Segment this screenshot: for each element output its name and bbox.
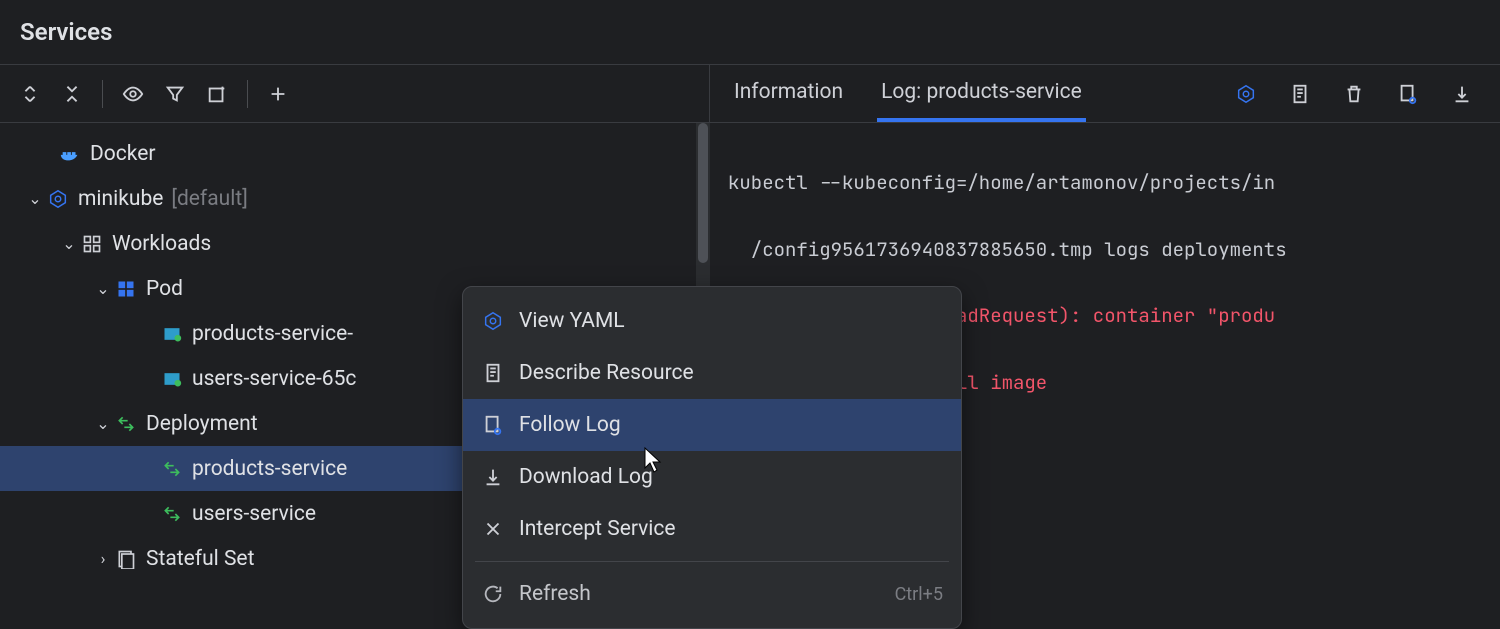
delete-icon[interactable]: [1336, 76, 1372, 112]
context-menu: View YAML Describe Resource Follow Log D…: [462, 286, 962, 629]
deployment-icon: [160, 502, 184, 526]
open-new-tab-button[interactable]: [199, 76, 235, 112]
menu-label: Describe Resource: [519, 361, 694, 385]
add-service-button[interactable]: [260, 76, 296, 112]
menu-describe-resource[interactable]: Describe Resource: [463, 347, 961, 399]
chevron-right-icon[interactable]: ›: [92, 549, 114, 568]
intercept-icon: [481, 517, 505, 541]
menu-label: Refresh: [519, 582, 591, 606]
download-log-icon[interactable]: [1444, 76, 1480, 112]
tree-label: users-service-65c: [192, 367, 356, 391]
follow-log-icon: [481, 413, 505, 437]
menu-shortcut: Ctrl+5: [895, 584, 943, 605]
menu-follow-log[interactable]: Follow Log: [463, 399, 961, 451]
tree-item-minikube[interactable]: ⌄ minikube [default]: [0, 176, 710, 221]
kube-settings-icon: [481, 309, 505, 333]
deployment-icon: [160, 457, 184, 481]
follow-log-icon[interactable]: [1390, 76, 1426, 112]
separator: [102, 80, 103, 108]
tree-item-workloads[interactable]: ⌄ Workloads: [0, 221, 710, 266]
menu-download-log[interactable]: Download Log: [463, 451, 961, 503]
statefulset-icon: [114, 547, 138, 571]
tree-label: minikube: [78, 187, 163, 211]
tree-label: Deployment: [146, 412, 258, 436]
menu-label: View YAML: [519, 309, 625, 333]
chevron-down-icon[interactable]: ⌄: [24, 189, 46, 208]
deployment-icon: [114, 412, 138, 436]
chevron-down-icon[interactable]: ⌄: [92, 279, 114, 298]
menu-label: Intercept Service: [519, 517, 676, 541]
container-icon: [160, 367, 184, 391]
chevron-down-icon[interactable]: ⌄: [58, 234, 80, 253]
toolbar: Information Log: products-service: [0, 65, 1500, 123]
tree-label: Workloads: [112, 232, 211, 256]
tree-label: Stateful Set: [146, 547, 254, 571]
kubernetes-icon: [46, 187, 70, 211]
right-tabs: Information Log: products-service: [710, 65, 1500, 122]
tree-label: products-service-: [192, 322, 353, 346]
menu-intercept-service[interactable]: Intercept Service: [463, 503, 961, 555]
expand-all-button[interactable]: [12, 76, 48, 112]
tree-label: Docker: [90, 142, 155, 166]
describe-icon[interactable]: [1282, 76, 1318, 112]
container-icon: [160, 322, 184, 346]
log-actions: [1228, 76, 1480, 112]
collapse-all-button[interactable]: [54, 76, 90, 112]
tree-suffix: [default]: [171, 187, 247, 211]
log-line: kubectl --kubeconfig=/home/artamonov/pro…: [728, 166, 1482, 199]
document-icon: [481, 361, 505, 385]
refresh-icon: [481, 582, 505, 606]
tree-label: products-service: [192, 457, 347, 481]
workloads-icon: [80, 232, 104, 256]
download-icon: [481, 465, 505, 489]
docker-icon: [58, 142, 82, 166]
menu-label: Follow Log: [519, 413, 621, 437]
log-line: /config9561736940837885650.tmp logs depl…: [728, 233, 1482, 266]
menu-separator: [475, 561, 949, 562]
menu-view-yaml[interactable]: View YAML: [463, 295, 961, 347]
tree-label: users-service: [192, 502, 316, 526]
chevron-down-icon[interactable]: ⌄: [92, 414, 114, 433]
menu-refresh[interactable]: Refresh Ctrl+5: [463, 568, 961, 620]
tab-information[interactable]: Information: [730, 65, 847, 122]
kube-settings-icon[interactable]: [1228, 76, 1264, 112]
tab-log[interactable]: Log: products-service: [877, 65, 1086, 122]
filter-button[interactable]: [157, 76, 193, 112]
menu-label: Download Log: [519, 465, 653, 489]
pod-icon: [114, 277, 138, 301]
tree-label: Pod: [146, 277, 183, 301]
tree-item-docker[interactable]: Docker: [0, 131, 710, 176]
separator: [247, 80, 248, 108]
view-button[interactable]: [115, 76, 151, 112]
left-toolbar: [0, 65, 710, 122]
panel-title: Services: [0, 0, 1500, 65]
